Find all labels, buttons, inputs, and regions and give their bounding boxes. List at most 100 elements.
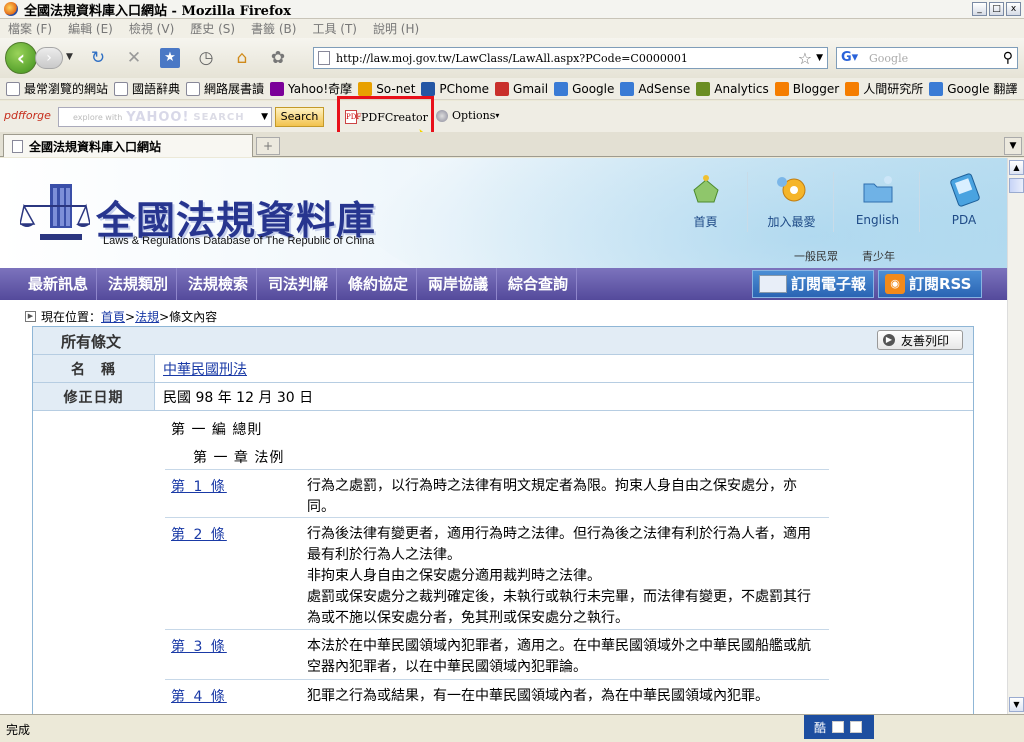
article-number-link[interactable]: 第 3 條	[171, 636, 227, 656]
subscribe-epaper-button[interactable]: 訂閱電子報	[752, 270, 874, 298]
page-icon	[6, 81, 20, 96]
bookmark-label: So-net	[376, 81, 416, 96]
pdfcreator-button[interactable]: PDF PDFCreator	[345, 105, 428, 129]
nav-pda[interactable]: PDA	[922, 172, 1006, 232]
article-text: 行為後法律有變更者，適用行為時之法律。但行為後之法律有利於行為人者，適用最有利於…	[307, 526, 811, 626]
new-tab-button[interactable]: +	[256, 137, 280, 155]
bookmarks-overflow-button[interactable]: »	[1011, 81, 1018, 95]
bookmark-label: Google	[572, 81, 615, 96]
bookmark-item[interactable]: 人間研究所	[845, 80, 923, 97]
bookmark-item[interactable]: PChome	[421, 81, 489, 96]
home-icon	[686, 172, 726, 208]
bookmark-item[interactable]: Google	[554, 81, 615, 96]
scroll-up-button[interactable]: ▲	[1009, 160, 1024, 175]
bookmark-label: Analytics	[714, 81, 769, 96]
nav-home[interactable]: 首頁	[664, 172, 748, 232]
menu-help[interactable]: 說明 (H)	[365, 20, 427, 37]
scroll-thumb[interactable]	[1009, 178, 1024, 193]
bookmark-item[interactable]: Google 翻譯	[929, 80, 1017, 97]
audience-youth[interactable]: 青少年	[862, 248, 895, 264]
home-icon[interactable]: ⌂	[232, 48, 252, 68]
breadcrumb-laws[interactable]: 法規	[135, 308, 159, 325]
history-clock-icon[interactable]: ◷	[196, 48, 216, 68]
scroll-down-button[interactable]: ▼	[1009, 697, 1024, 712]
bookmark-item[interactable]: 國語辭典	[114, 80, 180, 97]
menu-file[interactable]: 檔案 (F)	[0, 20, 60, 37]
url-dropdown-icon[interactable]: ▼	[816, 53, 823, 63]
search-icon[interactable]: ⚲	[1003, 50, 1013, 66]
nav-add-favorite[interactable]: 加入最愛	[750, 172, 834, 232]
bookmark-item[interactable]: So-net	[358, 81, 416, 96]
nav-english[interactable]: English	[836, 172, 920, 232]
chevron-down-icon[interactable]: ▼	[261, 112, 268, 122]
forward-button[interactable]: ›	[35, 47, 63, 69]
yahoo-icon	[270, 81, 285, 96]
nav-judicial[interactable]: 司法判解	[260, 268, 338, 300]
url-text[interactable]: http://law.moj.gov.tw/LawClass/LawAll.as…	[336, 52, 798, 65]
minimize-button[interactable]: _	[972, 2, 987, 16]
search-box[interactable]: G▾ Google ⚲	[836, 47, 1018, 69]
article-number-link[interactable]: 第 2 條	[171, 524, 227, 544]
menu-edit[interactable]: 編輯 (E)	[60, 20, 121, 37]
menu-view[interactable]: 檢視 (V)	[121, 20, 182, 37]
bookmark-label: AdSense	[638, 81, 691, 96]
print-friendly-button[interactable]: ▶ 友善列印	[877, 330, 963, 350]
stop-icon[interactable]: ✕	[124, 48, 144, 68]
bookmark-item[interactable]: Analytics	[696, 81, 769, 96]
search-input[interactable]: Google	[869, 52, 1003, 65]
yahoo-search-input[interactable]: explore with YAHOO! SEARCH ▼	[58, 107, 272, 127]
google-icon	[620, 81, 635, 96]
menu-history[interactable]: 歷史 (S)	[182, 20, 243, 37]
back-button[interactable]: ‹	[5, 42, 37, 74]
menu-bookmarks[interactable]: 書籤 (B)	[243, 20, 304, 37]
google-icon[interactable]: G▾	[841, 50, 859, 66]
breadcrumb-home[interactable]: 首頁	[101, 308, 125, 325]
article-text: 犯罪之行為或結果，有一在中華民國領域內者，為在中華民國領域內犯罪。	[307, 688, 769, 704]
title-bar: 全國法規資料庫入口網站 - Mozilla Firefox _ □ x	[0, 0, 1024, 19]
page-icon	[318, 51, 330, 65]
tab-active[interactable]: 全國法規資料庫入口網站	[3, 134, 253, 157]
page-content: 全國法規資料庫 Laws & Regulations Database of T…	[0, 158, 1007, 714]
article-number-link[interactable]: 第 4 條	[171, 686, 227, 706]
rss-icon: ◉	[885, 274, 905, 294]
url-bar[interactable]: http://law.moj.gov.tw/LawClass/LawAll.as…	[313, 47, 828, 69]
nav-latest-news[interactable]: 最新訊息	[20, 268, 98, 300]
subscribe-rss-button[interactable]: ◉ 訂閱RSS	[878, 270, 982, 298]
nav-integrated-search[interactable]: 綜合查詢	[500, 268, 578, 300]
bookmark-item[interactable]: 最常瀏覽的網站	[6, 80, 108, 97]
page-icon	[12, 139, 23, 153]
firefox-icon	[4, 2, 18, 16]
status-text: 完成	[6, 723, 31, 737]
bookmark-item[interactable]: Yahoo!奇摩	[270, 80, 352, 97]
bookmark-item[interactable]: Gmail	[495, 81, 548, 96]
maximize-button[interactable]: □	[989, 2, 1004, 16]
bookmark-star-icon[interactable]: ☆	[798, 49, 812, 68]
close-button[interactable]: x	[1006, 2, 1021, 16]
gear-icon	[436, 109, 448, 122]
vertical-scrollbar[interactable]: ▲ ▼	[1007, 158, 1024, 714]
ime-indicator[interactable]: 酷	[804, 715, 874, 739]
bookmark-item[interactable]: AdSense	[620, 81, 691, 96]
history-dropdown[interactable]: ▼	[66, 52, 73, 62]
tab-list-button[interactable]: ▼	[1004, 137, 1022, 155]
nav-law-search[interactable]: 法規檢索	[180, 268, 258, 300]
analytics-icon	[696, 81, 711, 96]
bookmark-item[interactable]: Blogger	[774, 81, 839, 96]
article-text: 本法於在中華民國領域內犯罪者，適用之。在中華民國領域外之中華民國船艦或航空器內犯…	[307, 638, 811, 675]
addon-icon[interactable]: ✿	[268, 48, 288, 68]
options-button[interactable]: Options ▾	[436, 109, 499, 122]
nav-law-categories[interactable]: 法規類別	[100, 268, 178, 300]
menu-tools[interactable]: 工具 (T)	[304, 20, 365, 37]
reload-icon[interactable]: ↻	[88, 48, 108, 68]
law-name-link[interactable]: 中華民國刑法	[163, 359, 247, 379]
bookmark-item[interactable]: 網路展書讀	[186, 80, 264, 97]
nav-cross-strait[interactable]: 兩岸協議	[420, 268, 498, 300]
panel-header: 所有條文 ▶ 友善列印	[33, 327, 973, 355]
nav-treaties[interactable]: 條約協定	[340, 268, 418, 300]
article-number-link[interactable]: 第 1 條	[171, 476, 227, 496]
amend-date-row: 修正日期 民國 98 年 12 月 30 日	[33, 383, 973, 411]
law-name-label: 名 稱	[33, 355, 155, 382]
yahoo-search-button[interactable]: Search	[275, 107, 324, 127]
audience-general[interactable]: 一般民眾	[794, 248, 838, 264]
bookmark-star-icon[interactable]: ★	[160, 48, 180, 68]
